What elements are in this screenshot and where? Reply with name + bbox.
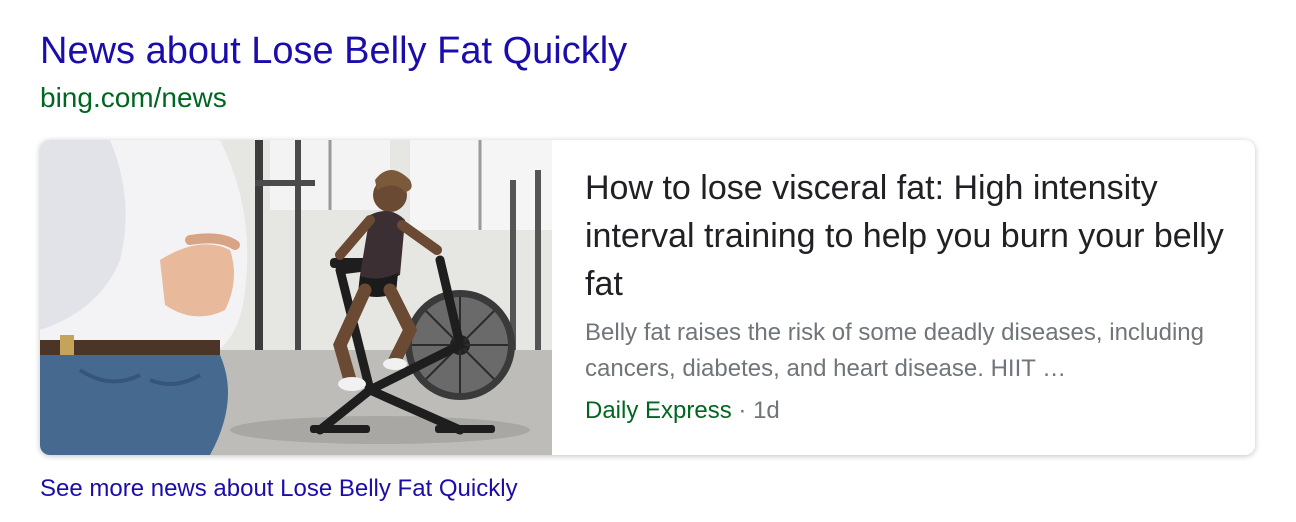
see-more-news-link[interactable]: See more news about Lose Belly Fat Quick…	[40, 473, 518, 505]
news-story-snippet: Belly fat raises the risk of some deadly…	[585, 319, 1204, 382]
news-card[interactable]: How to lose visceral fat: High intensity…	[40, 140, 1255, 455]
thumbnail-illustration	[40, 140, 552, 455]
news-story-meta: Daily Express · 1d	[585, 395, 780, 427]
news-heading-link[interactable]: News about Lose Belly Fat Quickly	[40, 28, 627, 74]
news-story-title[interactable]: How to lose visceral fat: High intensity…	[585, 164, 1225, 308]
news-thumbnail-image[interactable]	[40, 140, 552, 455]
news-source-url: bing.com/news	[40, 82, 227, 113]
meta-separator: ·	[738, 397, 747, 424]
publisher-name: Daily Express	[585, 397, 732, 424]
story-age: 1d	[753, 397, 780, 424]
news-results-block: News about Lose Belly Fat Quickly bing.c…	[0, 0, 1296, 522]
